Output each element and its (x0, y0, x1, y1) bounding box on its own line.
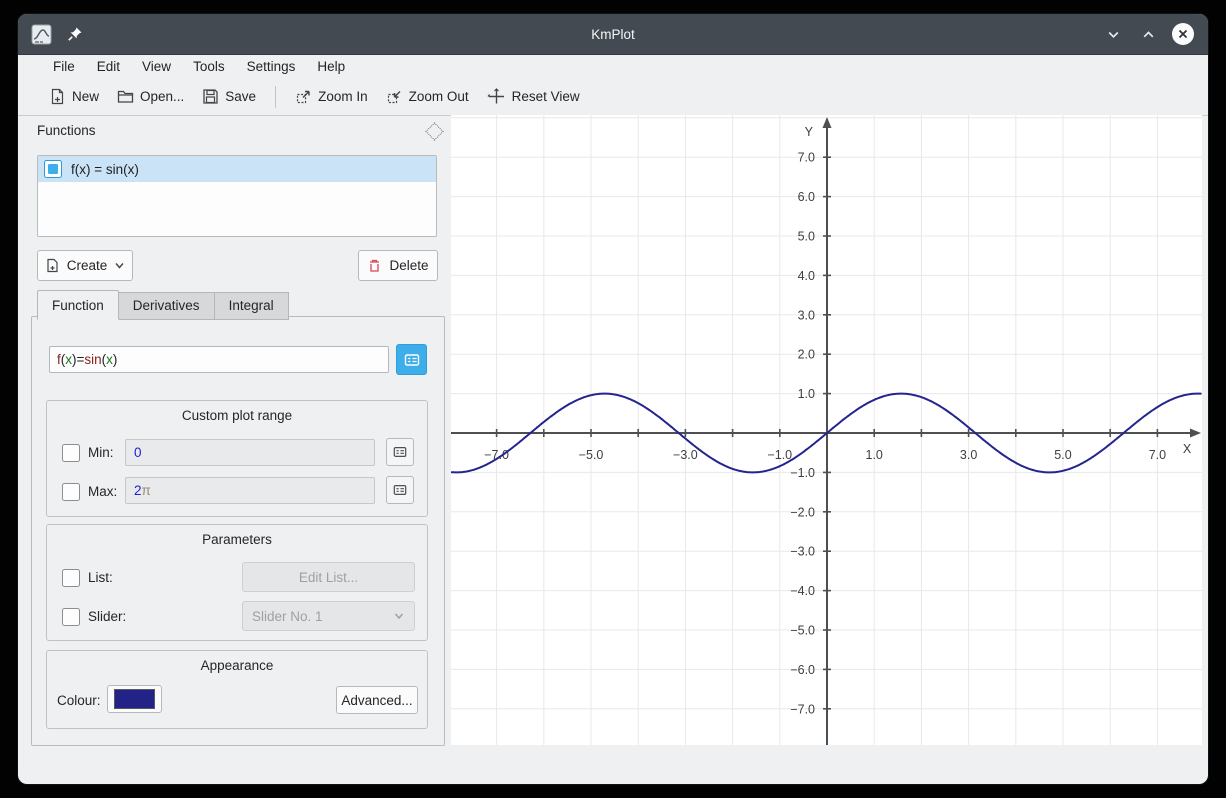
function-tabs: Function Derivatives Integral (37, 290, 289, 320)
svg-text:3.0: 3.0 (960, 448, 977, 462)
dock-float-icon[interactable] (425, 122, 443, 140)
save-floppy-icon (202, 88, 219, 105)
svg-text:X: X (1183, 442, 1192, 456)
function-list-item-label: f(x) = sin(x) (71, 162, 139, 177)
reset-view-label: Reset View (512, 89, 580, 104)
trash-icon (367, 258, 382, 273)
svg-text:6.0: 6.0 (798, 190, 815, 204)
svg-text:1.0: 1.0 (798, 387, 815, 401)
svg-text:7.0: 7.0 (798, 151, 815, 165)
menu-help[interactable]: Help (306, 57, 356, 76)
menu-bar: File Edit View Tools Settings Help (18, 55, 1208, 78)
open-label: Open... (140, 89, 184, 104)
reset-view-icon (487, 88, 506, 105)
tab-derivatives[interactable]: Derivatives (119, 292, 215, 320)
delete-button[interactable]: Delete (358, 250, 438, 281)
svg-text:3.0: 3.0 (798, 308, 815, 322)
main-toolbar: New Open... Save Zoom In Zoom Out Reset … (18, 78, 1208, 116)
function-visible-checkbox[interactable] (44, 160, 62, 178)
svg-text:−3.0: −3.0 (673, 448, 698, 462)
function-list-item[interactable]: f(x) = sin(x) (38, 156, 436, 182)
menu-view[interactable]: View (131, 57, 182, 76)
svg-text:−3.0: −3.0 (790, 545, 815, 559)
new-document-icon (49, 88, 66, 105)
svg-text:5.0: 5.0 (798, 230, 815, 244)
create-button[interactable]: Create (37, 250, 133, 281)
plot-view[interactable]: −7.0 −5.0 −3.0 −1.0 1.0 3.0 5.0 7.0 7.0 6.0 5.0 4.0… (451, 115, 1202, 745)
zoom-out-button[interactable]: Zoom Out (377, 83, 478, 110)
svg-text:2.0: 2.0 (798, 348, 815, 362)
zoom-out-label: Zoom Out (409, 89, 469, 104)
zoom-in-button[interactable]: Zoom In (286, 83, 377, 110)
svg-text:−5.0: −5.0 (790, 624, 815, 638)
create-icon (45, 258, 60, 273)
function-tab-panel (31, 316, 445, 746)
new-label: New (72, 89, 99, 104)
maximize-button[interactable] (1137, 23, 1159, 45)
svg-text:−1.0: −1.0 (790, 466, 815, 480)
zoom-out-icon (386, 88, 403, 105)
open-button[interactable]: Open... (108, 83, 193, 110)
svg-text:−2.0: −2.0 (790, 505, 815, 519)
minimize-button[interactable] (1102, 23, 1124, 45)
zoom-in-icon (295, 88, 312, 105)
toolbar-separator (275, 86, 276, 108)
window-title: KmPlot (18, 27, 1208, 42)
svg-text:5.0: 5.0 (1054, 448, 1071, 462)
save-label: Save (225, 89, 256, 104)
tab-integral[interactable]: Integral (215, 292, 289, 320)
svg-text:−4.0: −4.0 (790, 584, 815, 598)
svg-text:−7.0: −7.0 (790, 702, 815, 716)
svg-text:−6.0: −6.0 (790, 663, 815, 677)
svg-text:1.0: 1.0 (866, 448, 883, 462)
tab-function[interactable]: Function (37, 290, 119, 320)
svg-text:Y: Y (805, 125, 814, 139)
close-button[interactable] (1172, 23, 1194, 45)
dock-title: Functions (37, 123, 96, 138)
create-label: Create (67, 258, 108, 273)
title-bar: KmPlot (18, 14, 1208, 55)
save-button[interactable]: Save (193, 83, 265, 110)
sine-plot: −7.0 −5.0 −3.0 −1.0 1.0 3.0 5.0 7.0 7.0 6.0 5.0 4.0… (451, 115, 1202, 745)
new-button[interactable]: New (40, 83, 108, 110)
chevron-down-icon (114, 260, 125, 271)
open-folder-icon (117, 88, 134, 105)
reset-view-button[interactable]: Reset View (478, 83, 589, 110)
menu-edit[interactable]: Edit (86, 57, 131, 76)
menu-file[interactable]: File (42, 57, 86, 76)
menu-tools[interactable]: Tools (182, 57, 236, 76)
menu-settings[interactable]: Settings (236, 57, 307, 76)
zoom-in-label: Zoom In (318, 89, 368, 104)
function-list: f(x) = sin(x) (37, 155, 437, 237)
kmplot-window: KmPlot File Edit View Tools Settings Hel… (18, 14, 1208, 784)
svg-text:−1.0: −1.0 (767, 448, 792, 462)
svg-text:7.0: 7.0 (1149, 448, 1166, 462)
svg-text:4.0: 4.0 (798, 269, 815, 283)
delete-label: Delete (389, 258, 428, 273)
svg-text:−5.0: −5.0 (579, 448, 604, 462)
